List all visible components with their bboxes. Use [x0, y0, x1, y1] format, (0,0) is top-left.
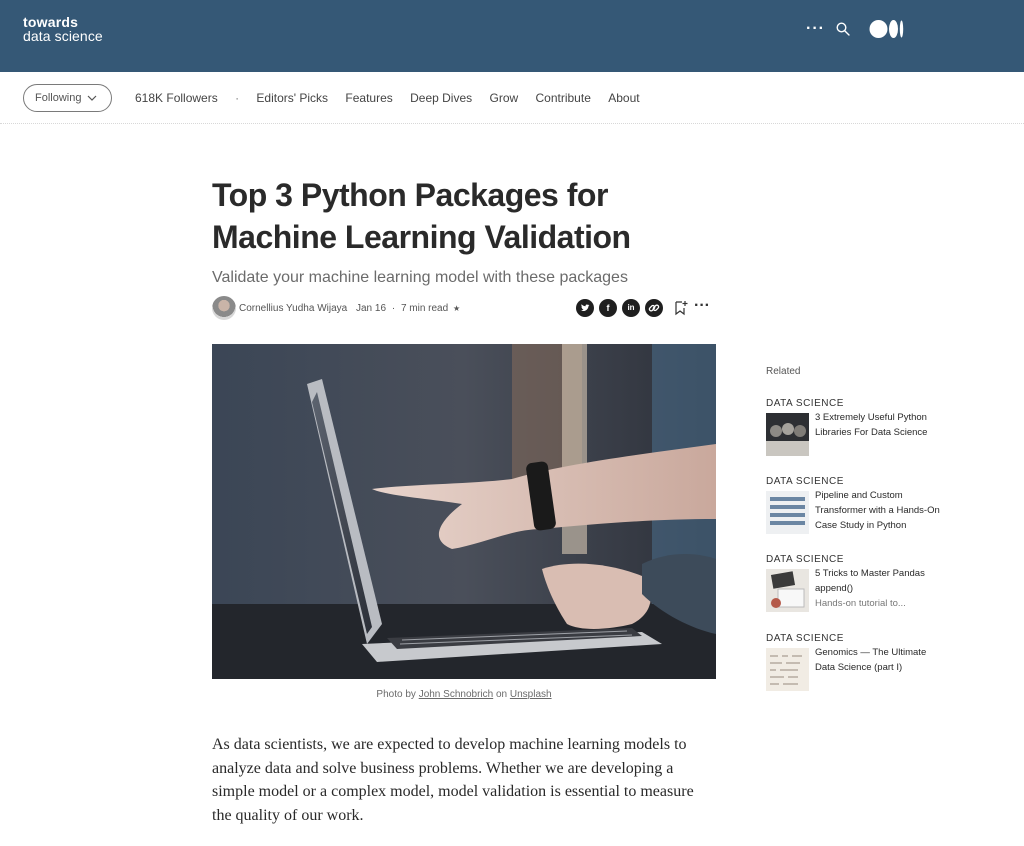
- meta-separator: ·: [391, 303, 396, 314]
- nav-link-deep-dives[interactable]: Deep Dives: [410, 91, 472, 105]
- share-actions: f in ···: [576, 297, 716, 319]
- related-title-text: Genomics — The Ultimate Data Science (pa…: [815, 647, 927, 673]
- related-title-text: 5 Tricks to Master Pandas append(): [815, 568, 925, 594]
- nav-link-editors-picks[interactable]: Editors' Picks: [256, 91, 328, 105]
- related-heading: Related: [766, 366, 801, 377]
- chevron-down-icon: [87, 95, 97, 101]
- nav-items: 618K Followers · Editors' Picks Features…: [135, 91, 654, 105]
- member-star-icon: ★: [452, 304, 461, 313]
- related-item[interactable]: DATA SCIENCE Genomics — The Ultimate Dat…: [766, 633, 946, 691]
- following-button[interactable]: Following: [23, 84, 112, 112]
- related-tag: DATA SCIENCE: [766, 398, 844, 409]
- author-line: Cornellius Yudha Wijaya Jan 16 · 7 min r…: [239, 303, 460, 314]
- related-sidebar: Related DATA SCIENCE 3 Extremely Useful …: [766, 366, 946, 691]
- related-tag: DATA SCIENCE: [766, 554, 844, 565]
- facebook-icon[interactable]: f: [599, 299, 617, 317]
- nav-link-features[interactable]: Features: [345, 91, 392, 105]
- publish-date: Jan 16: [356, 303, 387, 314]
- related-title-text: 3 Extremely Useful Python Libraries For …: [815, 412, 928, 438]
- followers-count[interactable]: 618K Followers: [135, 91, 218, 105]
- related-subtitle: Hands-on tutorial to...: [815, 598, 906, 609]
- caption-prefix: Photo by: [376, 689, 419, 700]
- article-title: Top 3 Python Packages for Machine Learni…: [212, 177, 631, 255]
- related-item[interactable]: DATA SCIENCE 3 Extremely Useful Python L…: [766, 398, 946, 456]
- related-tag: DATA SCIENCE: [766, 476, 844, 487]
- article-meta: Cornellius Yudha Wijaya Jan 16 · 7 min r…: [212, 296, 716, 322]
- related-thumbnail: [766, 569, 809, 612]
- medium-logo-icon[interactable]: [869, 19, 905, 39]
- related-thumbnail: [766, 648, 809, 691]
- link-icon[interactable]: [645, 299, 663, 317]
- related-tag: DATA SCIENCE: [766, 633, 844, 644]
- nav-link-contribute[interactable]: Contribute: [536, 91, 591, 105]
- related-title[interactable]: 3 Extremely Useful Python Libraries For …: [815, 410, 940, 440]
- hero-image: [212, 344, 716, 679]
- twitter-icon[interactable]: [576, 299, 594, 317]
- related-item[interactable]: DATA SCIENCE Pipeline and Custom Transfo…: [766, 476, 946, 534]
- nav-separator: ·: [235, 91, 240, 105]
- article-subtitle: Validate your machine learning model wit…: [212, 269, 628, 286]
- more-dots-icon[interactable]: ···: [806, 20, 825, 38]
- linkedin-icon[interactable]: in: [622, 299, 640, 317]
- related-title[interactable]: Genomics — The Ultimate Data Science (pa…: [815, 645, 940, 675]
- publication-nav: Following 618K Followers · Editors' Pick…: [0, 72, 1024, 124]
- related-title[interactable]: Pipeline and Custom Transformer with a H…: [815, 488, 940, 533]
- brand-line-1: towards: [23, 14, 79, 30]
- unsplash-link[interactable]: Unsplash: [510, 689, 552, 700]
- related-thumbnail: [766, 413, 809, 456]
- following-label: Following: [35, 92, 82, 104]
- caption-mid: on: [493, 689, 510, 700]
- bookmark-add-icon[interactable]: [674, 300, 688, 316]
- author-name[interactable]: Cornellius Yudha Wijaya: [239, 303, 347, 314]
- brand-line-2: data science: [23, 28, 103, 44]
- related-thumbnail: [766, 491, 809, 534]
- related-title[interactable]: 5 Tricks to Master Pandas append() Hands…: [815, 566, 940, 611]
- author-avatar[interactable]: [212, 296, 236, 320]
- read-time: 7 min read: [400, 303, 449, 314]
- article-body-paragraph: As data scientists, we are expected to d…: [212, 736, 694, 824]
- header-actions: ···: [774, 0, 1024, 72]
- more-options-icon[interactable]: ···: [694, 297, 710, 315]
- article-header: Top 3 Python Packages for Machine Learni…: [212, 174, 716, 288]
- search-icon[interactable]: [836, 22, 850, 36]
- related-title-text: Pipeline and Custom Transformer with a H…: [815, 490, 940, 531]
- laptop-photo: [212, 344, 716, 679]
- nav-link-about[interactable]: About: [608, 91, 639, 105]
- publication-logo[interactable]: towards data science: [23, 15, 103, 43]
- related-item[interactable]: DATA SCIENCE 5 Tricks to Master Pandas a…: [766, 554, 946, 612]
- image-caption: Photo by John Schnobrich on Unsplash: [212, 689, 716, 700]
- nav-link-grow[interactable]: Grow: [489, 91, 518, 105]
- site-header: towards data science ···: [0, 0, 1024, 72]
- photographer-link[interactable]: John Schnobrich: [419, 689, 494, 700]
